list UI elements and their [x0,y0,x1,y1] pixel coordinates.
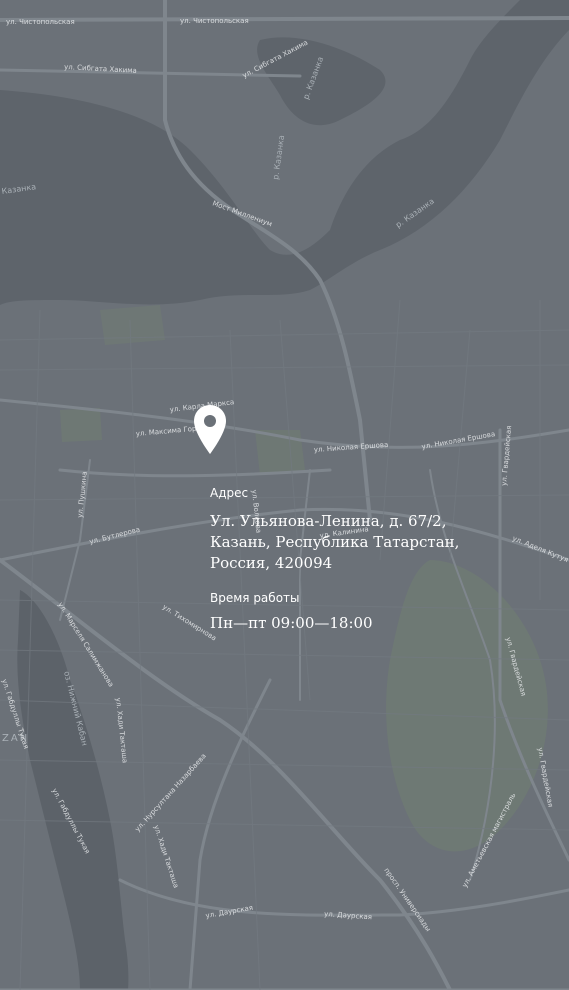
map-pin-icon[interactable] [193,404,227,456]
street-label: ул. Чистопольская [6,18,75,26]
address-value: Ул. Ульянова-Ленина, д. 67/2, Казань, Ре… [210,512,460,572]
road [0,16,569,22]
street-label: ул. Чистопольская [180,17,249,25]
park-area [100,305,165,345]
contact-info: Адрес Ул. Ульянова-Ленина, д. 67/2, Каза… [210,486,510,634]
hours-value: Пн—пт 09:00—18:00 [210,614,373,632]
hours-label: Время работы [210,591,300,605]
park-area [60,408,102,442]
address-label: Адрес [210,486,249,500]
